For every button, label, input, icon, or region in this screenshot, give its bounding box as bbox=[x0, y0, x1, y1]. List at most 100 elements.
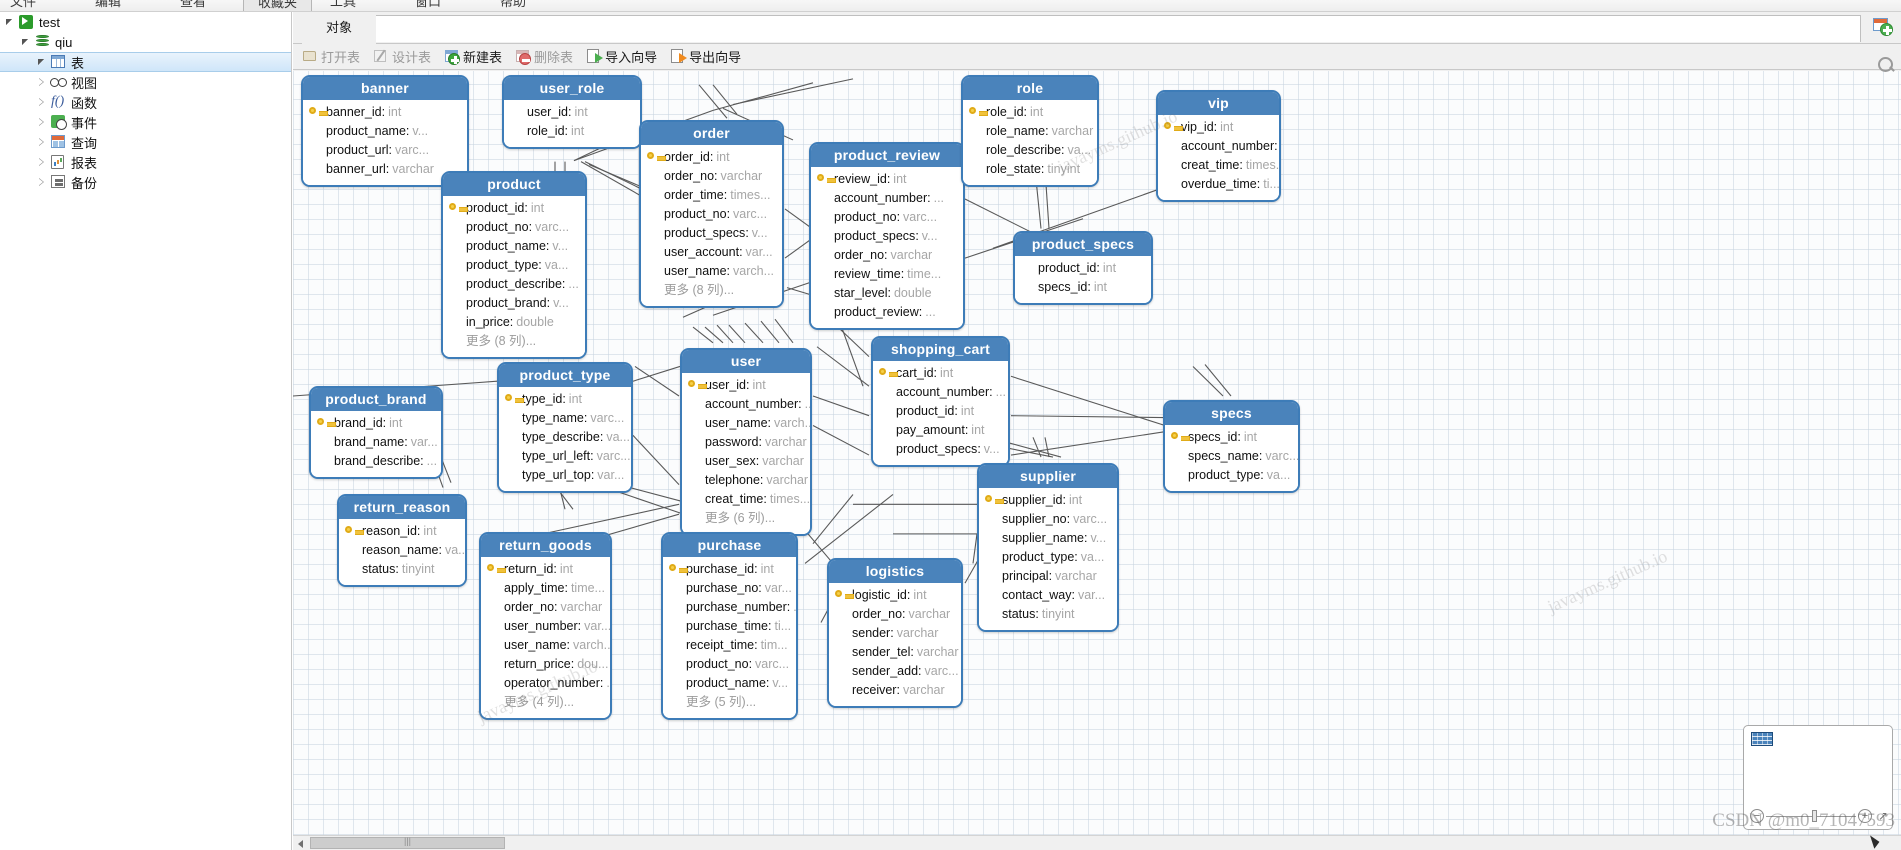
sidebar-item-备份[interactable]: 备份 bbox=[0, 172, 291, 192]
er-column-name: type_url_top bbox=[522, 468, 591, 482]
chevron-right-icon[interactable] bbox=[36, 116, 49, 129]
er-column-row: sender: varchar bbox=[835, 624, 953, 643]
object-tree-sidebar[interactable]: test qiu 表视图 f() 函数 事件 查询 报表 备份 bbox=[0, 12, 292, 850]
column-indent-spacer bbox=[510, 122, 527, 141]
column-indent-spacer bbox=[1164, 156, 1181, 175]
menu-item-1[interactable]: 编辑 bbox=[95, 0, 121, 10]
toolbar-button-删除表[interactable]: 删除表 bbox=[513, 46, 575, 67]
er-diagram-canvas[interactable]: banner banner_id: int product_name: v... prod… bbox=[293, 71, 1901, 850]
column-indent-spacer bbox=[505, 428, 522, 447]
chevron-down-icon[interactable] bbox=[20, 36, 33, 49]
zoom-slider-track[interactable] bbox=[1766, 816, 1856, 817]
er-table-return_goods[interactable]: return_goods return_id: int apply_time: time… bbox=[479, 532, 612, 720]
er-column-row: vip_id: int bbox=[1164, 118, 1271, 137]
chevron-down-icon[interactable] bbox=[4, 16, 17, 29]
er-table-return_reason[interactable]: return_reason reason_id: int reason_name: va… bbox=[337, 494, 467, 587]
sidebar-item-事件[interactable]: 事件 bbox=[0, 112, 291, 132]
er-column-row: product_name: v... bbox=[449, 237, 577, 256]
tab-strip[interactable]: 对象 bbox=[293, 12, 1901, 44]
column-indent-spacer bbox=[309, 141, 326, 160]
chevron-right-icon[interactable] bbox=[36, 156, 49, 169]
sidebar-item-label: 表 bbox=[71, 55, 85, 71]
er-table-vip[interactable]: vipvip_id:intaccount_number:...creat_tim… bbox=[1156, 90, 1281, 202]
scroll-left-arrow[interactable] bbox=[293, 836, 308, 850]
er-more-columns-label[interactable]: 更多 (8 列)... bbox=[647, 281, 774, 300]
er-column-name: type_id bbox=[522, 392, 563, 406]
primary-key-icon bbox=[449, 199, 468, 218]
menu-item-5[interactable]: 窗口 bbox=[415, 0, 441, 10]
er-more-columns-label[interactable]: 更多 (4 列)... bbox=[487, 693, 602, 712]
toolbar-button-导出向导[interactable]: 导出向导 bbox=[668, 46, 743, 67]
zoom-controls[interactable]: − + ↗ bbox=[1750, 809, 1888, 823]
zoom-fit-icon[interactable]: ↗ bbox=[1878, 809, 1888, 823]
chevron-right-icon[interactable] bbox=[36, 96, 49, 109]
diagram-minimap[interactable]: − + ↗ bbox=[1743, 725, 1893, 830]
er-table-purchase[interactable]: purchase purchase_id: int purchase_no: var..… bbox=[661, 532, 798, 720]
search-icon[interactable] bbox=[1877, 56, 1895, 74]
menu-item-3[interactable]: 收藏夹 bbox=[243, 0, 313, 11]
er-more-columns-label[interactable]: 更多 (5 列)... bbox=[669, 693, 788, 712]
er-table-banner[interactable]: banner banner_id: int product_name: v... prod… bbox=[301, 75, 469, 187]
zoom-out-icon[interactable]: − bbox=[1750, 809, 1764, 823]
er-column-type: v... bbox=[772, 676, 789, 690]
toolbar-button-设计表[interactable]: 设计表 bbox=[371, 46, 433, 67]
sidebar-item-qiu[interactable]: qiu bbox=[0, 32, 291, 52]
er-table-product_review[interactable]: product_review review_id: int account_numbe… bbox=[809, 142, 965, 330]
er-table-specs[interactable]: specs specs_id: int specs_name: varc... produ… bbox=[1163, 400, 1300, 493]
sidebar-item-函数[interactable]: f() 函数 bbox=[0, 92, 291, 112]
er-column-name: apply_time bbox=[504, 581, 565, 595]
er-table-role[interactable]: role role_id: int role_name: varchar role_des… bbox=[961, 75, 1099, 187]
new-query-button[interactable] bbox=[1869, 14, 1899, 42]
main-menu-bar[interactable]: 文件 编辑 查看 收藏夹 工具 窗口 帮助 bbox=[0, 0, 1901, 12]
sidebar-item-报表[interactable]: 报表 bbox=[0, 152, 291, 172]
toolbar-button-导入向导[interactable]: 导入向导 bbox=[584, 46, 659, 67]
er-column-name: product_no bbox=[664, 207, 727, 221]
column-indent-spacer bbox=[835, 624, 852, 643]
column-indent-spacer bbox=[879, 440, 896, 459]
toolbar-button-打开表[interactable]: 打开表 bbox=[300, 46, 362, 67]
er-column-row: brand_describe:... bbox=[317, 452, 437, 471]
sidebar-item-查询[interactable]: 查询 bbox=[0, 132, 291, 152]
chevron-down-icon[interactable] bbox=[36, 56, 49, 69]
er-column-row: product_url: varc... bbox=[309, 141, 459, 160]
canvas-horizontal-scrollbar[interactable] bbox=[293, 835, 1901, 850]
toolbar-button-新建表[interactable]: 新建表 bbox=[442, 46, 504, 67]
menu-item-0[interactable]: 文件 bbox=[10, 0, 36, 10]
er-table-shopping_cart[interactable]: shopping_cart cart_id: int account_number:.… bbox=[871, 336, 1010, 467]
er-table-product[interactable]: product product_id: int product_no: varc... p… bbox=[441, 171, 587, 359]
er-more-columns-label[interactable]: 更多 (6 列)... bbox=[688, 509, 802, 528]
chevron-right-icon[interactable] bbox=[36, 136, 49, 149]
menu-item-2[interactable]: 查看 bbox=[180, 0, 206, 10]
column-indent-spacer bbox=[317, 433, 334, 452]
er-more-columns-label[interactable]: 更多 (8 列)... bbox=[449, 332, 577, 351]
er-column-name: role_id bbox=[527, 124, 565, 138]
er-table-product_type[interactable]: product_type type_id: int type_name: varc...… bbox=[497, 362, 633, 493]
er-column-name: banner_id bbox=[326, 105, 382, 119]
er-table-user_role[interactable]: user_role user_id: int role_id: int bbox=[502, 75, 642, 149]
chevron-right-icon[interactable] bbox=[36, 76, 49, 89]
zoom-in-icon[interactable]: + bbox=[1858, 809, 1872, 823]
scrollbar-thumb[interactable] bbox=[310, 837, 505, 849]
er-table-product_specs[interactable]: product_specs product_id: int specs_id: int bbox=[1013, 231, 1153, 305]
minimap-viewport[interactable] bbox=[1751, 732, 1773, 746]
zoom-slider-handle[interactable] bbox=[1812, 810, 1817, 822]
sidebar-item-test[interactable]: test bbox=[0, 12, 291, 32]
er-table-logistics[interactable]: logistics logistic_id: int order_no: varchar… bbox=[827, 558, 963, 708]
sidebar-item-表[interactable]: 表 bbox=[0, 52, 291, 72]
er-column-name: specs_name bbox=[1188, 449, 1259, 463]
er-table-order[interactable]: order order_id: int order_no: varchar order_t… bbox=[639, 120, 784, 308]
er-table-user[interactable]: useruser_id:intaccount_number:...user_na… bbox=[680, 348, 812, 536]
primary-key-icon bbox=[835, 586, 854, 605]
er-table-product_brand[interactable]: product_brand brand_id: int brand_name: var.… bbox=[309, 386, 443, 479]
menu-item-4[interactable]: 工具 bbox=[330, 0, 356, 10]
er-table-supplier[interactable]: supplier supplier_id: int supplier_no: varc.… bbox=[977, 463, 1119, 632]
er-column-name: reason_name bbox=[362, 543, 439, 557]
tab-object[interactable]: 对象 bbox=[302, 14, 376, 44]
er-column-row: logistic_id: int bbox=[835, 586, 953, 605]
sidebar-item-视图[interactable]: 视图 bbox=[0, 72, 291, 92]
delete-table-icon bbox=[515, 49, 532, 65]
er-column-type: varchar bbox=[1051, 124, 1094, 138]
chevron-right-icon[interactable] bbox=[36, 176, 49, 189]
object-toolbar[interactable]: 打开表 设计表 新建表 删除表 导入向导 导出向导 bbox=[293, 44, 1901, 70]
menu-item-6[interactable]: 帮助 bbox=[500, 0, 526, 10]
